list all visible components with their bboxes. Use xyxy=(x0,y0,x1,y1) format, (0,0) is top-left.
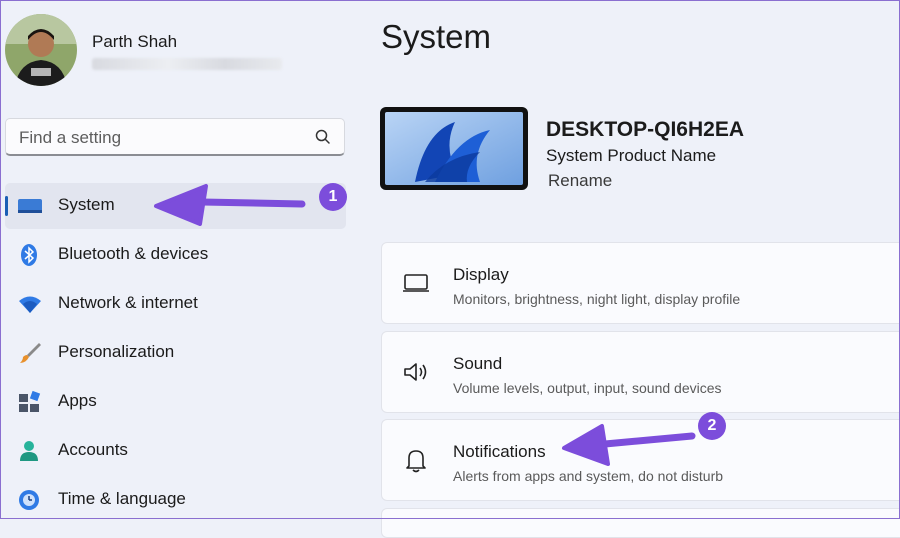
search-box[interactable]: Find a setting xyxy=(5,118,345,156)
device-thumbnail xyxy=(380,107,528,190)
card-subtitle: Volume levels, output, input, sound devi… xyxy=(453,380,722,396)
user-name: Parth Shah xyxy=(92,32,178,51)
card-title: Display xyxy=(453,265,509,284)
globe-clock-icon xyxy=(19,490,39,510)
annotation-badge-1: 1 xyxy=(319,183,347,211)
search-input[interactable]: Find a setting xyxy=(19,128,121,148)
settings-card-next[interactable] xyxy=(381,508,900,538)
settings-card-display[interactable]: Display Monitors, brightness, night ligh… xyxy=(381,242,900,324)
selection-indicator xyxy=(5,196,8,216)
monitor-icon xyxy=(18,199,42,213)
sidebar-item-label: System xyxy=(58,195,115,214)
sidebar-item-label: Accounts xyxy=(58,440,128,459)
card-subtitle: Alerts from apps and system, do not dist… xyxy=(453,468,724,484)
sidebar-item-label: Personalization xyxy=(58,342,175,361)
sidebar-item-accounts[interactable]: Accounts xyxy=(5,428,346,474)
device-name: DESKTOP-QI6H2EA xyxy=(546,118,744,141)
page-title: System xyxy=(381,18,492,55)
annotation-arrow-2 xyxy=(562,424,696,466)
sidebar-item-apps[interactable]: Apps xyxy=(5,379,346,425)
annotation-arrow-1 xyxy=(154,184,306,226)
avatar[interactable] xyxy=(5,14,77,86)
sidebar-item-label: Network & internet xyxy=(58,293,198,312)
annotation-badge-2: 2 xyxy=(698,412,726,440)
sidebar: Parth Shah Find a setting System Bluetoo… xyxy=(0,0,360,519)
wifi-icon xyxy=(19,296,41,313)
user-email-redacted xyxy=(92,58,282,70)
rename-link[interactable]: Rename xyxy=(548,171,612,191)
card-title: Sound xyxy=(453,354,503,373)
sidebar-item-label: Time & language xyxy=(58,489,186,508)
settings-card-sound[interactable]: Sound Volume levels, output, input, soun… xyxy=(381,331,900,413)
display-icon xyxy=(403,274,429,292)
card-title: Notifications xyxy=(453,442,546,461)
device-model: System Product Name xyxy=(546,146,717,165)
brush-icon xyxy=(20,343,41,363)
sidebar-item-label: Bluetooth & devices xyxy=(58,244,209,263)
person-icon xyxy=(20,441,38,461)
apps-icon xyxy=(19,390,41,412)
search-icon[interactable] xyxy=(314,128,332,146)
sidebar-item-label: Apps xyxy=(58,391,97,410)
sidebar-item-network[interactable]: Network & internet xyxy=(5,281,346,327)
sidebar-item-personalization[interactable]: Personalization xyxy=(5,330,346,376)
sidebar-item-bluetooth[interactable]: Bluetooth & devices xyxy=(5,232,346,278)
bluetooth-icon xyxy=(21,244,37,266)
sidebar-item-time-language[interactable]: Time & language xyxy=(5,477,346,523)
speaker-icon xyxy=(404,363,427,381)
bell-icon xyxy=(406,450,426,473)
card-subtitle: Monitors, brightness, night light, displ… xyxy=(453,291,741,307)
